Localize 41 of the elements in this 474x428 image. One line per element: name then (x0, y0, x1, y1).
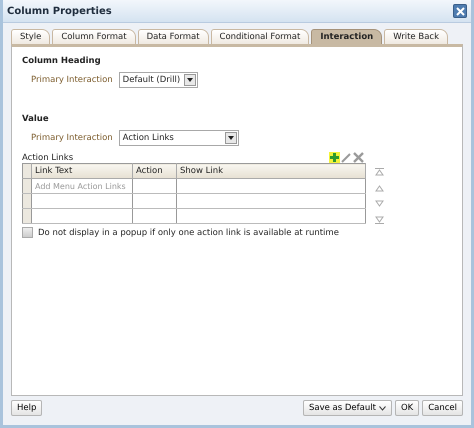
help-button[interactable]: Help (11, 400, 42, 416)
table-cell[interactable] (132, 178, 176, 194)
checkbox-label: Do not display in a popup if only one action link is available at runtime (38, 228, 339, 238)
column-header: Show Link (176, 164, 366, 178)
close-button[interactable] (453, 4, 467, 18)
tab[interactable]: Interaction (311, 29, 382, 44)
tab[interactable]: Style (11, 29, 50, 44)
tab[interactable]: Column Format (52, 29, 136, 44)
table-cell[interactable] (176, 208, 366, 224)
dialog-button[interactable]: OK (394, 400, 420, 416)
table-cell[interactable] (132, 208, 176, 224)
tab[interactable]: Write Back (384, 29, 448, 44)
move-up-icon[interactable] (375, 184, 384, 192)
add-icon[interactable] (329, 152, 340, 163)
section-heading: Value (22, 114, 50, 124)
table-label: Action Links (22, 153, 74, 163)
table-cell[interactable] (32, 194, 132, 208)
caret-icon (378, 406, 386, 410)
close-icon (456, 6, 464, 16)
column-header: Action (132, 164, 176, 178)
table-cell[interactable] (132, 194, 176, 208)
dropdown[interactable]: Default (Drill) (118, 72, 198, 88)
tab[interactable]: Data Format (138, 29, 209, 44)
dialog-button[interactable]: Cancel (422, 400, 463, 416)
dropdown[interactable]: Action Links (118, 130, 239, 146)
move-bottom-icon[interactable] (375, 216, 384, 224)
section-heading: Column Heading (22, 56, 102, 66)
move-top-icon[interactable] (375, 168, 384, 176)
table-cell[interactable] (32, 208, 132, 224)
dialog-button[interactable]: Save as Default (302, 400, 392, 416)
column-header: Link Text (32, 164, 132, 178)
tab[interactable]: Conditional Format (210, 29, 310, 44)
move-down-icon[interactable] (375, 200, 384, 208)
window-title: Column Properties (7, 6, 112, 16)
pencil-icon[interactable] (341, 152, 352, 163)
field-label: Primary Interaction (31, 75, 113, 85)
checkbox[interactable] (22, 227, 33, 238)
table-cell[interactable] (176, 194, 366, 208)
table-cell[interactable] (176, 178, 366, 194)
delete-icon[interactable] (353, 152, 364, 163)
field-label: Primary Interaction (31, 133, 113, 143)
